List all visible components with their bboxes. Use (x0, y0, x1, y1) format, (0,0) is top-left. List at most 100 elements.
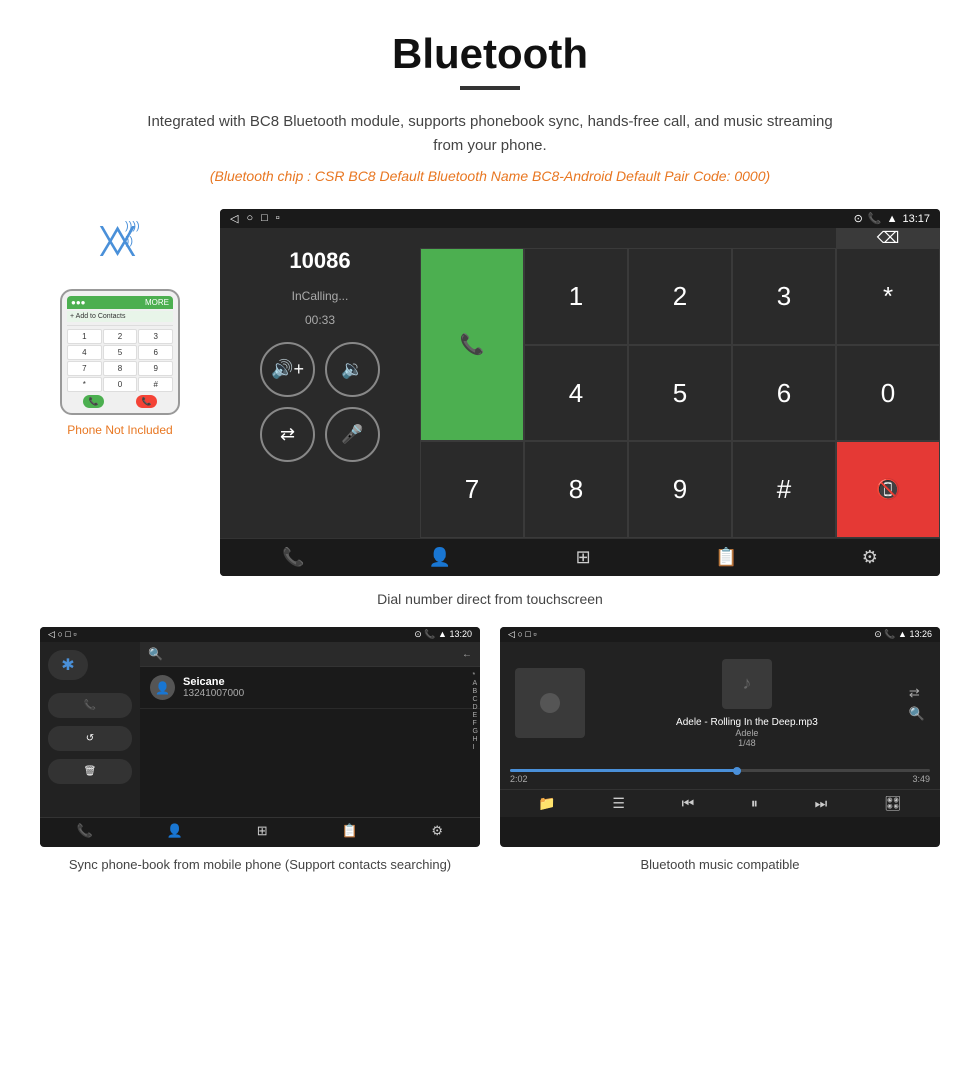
dialer-controls-row-1: 🔊+ 🔉 (260, 342, 380, 397)
music-second-art: ♪ (722, 659, 772, 709)
phone-dialpad: 123 456 789 *0# (67, 329, 173, 392)
pb-back-arrow: ← (462, 649, 472, 660)
pb-call-icon: 📞 (424, 629, 435, 639)
pb-nav-settings[interactable]: ⚙ (431, 823, 443, 839)
svg-text:⯵: ⯵ (98, 221, 137, 262)
transfer-btn[interactable]: ⇄ (260, 407, 315, 462)
music-progress-dot (733, 767, 741, 775)
next-track-icon[interactable]: ⏭ (815, 795, 828, 812)
page-container: Bluetooth Integrated with BC8 Bluetooth … (0, 0, 980, 920)
mute-btn[interactable]: 🎤 (325, 407, 380, 462)
alpha-d: D (473, 704, 478, 711)
key-hash[interactable]: # (732, 441, 836, 538)
folder-icon[interactable]: 📁 (538, 795, 555, 812)
pb-contact-info: Seicane 13241007000 (183, 676, 244, 699)
num-input-bar (420, 228, 836, 248)
key-2[interactable]: 2 (628, 248, 732, 345)
pb-phone-btn[interactable]: 📞 (48, 693, 132, 718)
music-statusbar-right: ⊙ 📞 ▲ 13:26 (874, 629, 932, 640)
nav-grid-icon[interactable]: ⊞ (576, 547, 591, 568)
volume-down-btn[interactable]: 🔉 (325, 342, 380, 397)
alpha-b: B (473, 688, 478, 695)
music-back-icon: ◁ (508, 629, 515, 639)
back-icon: ◁ (230, 212, 238, 225)
key-9[interactable]: 9 (628, 441, 732, 538)
pb-contact-item[interactable]: 👤 Seicane 13241007000 (140, 667, 480, 709)
phonebook-content: ✱ 📞 ↺ 🗑 🔍 ← 👤 (40, 642, 480, 817)
music-wifi-icon: ▲ (898, 629, 907, 639)
key-1[interactable]: 1 (524, 248, 628, 345)
music-controls: 📁 ☰ ⏮ ⏸ ⏭ 🎛 (500, 789, 940, 817)
music-progress-area: 2:02 3:49 (500, 764, 940, 789)
key-4[interactable]: 4 (524, 345, 628, 442)
phone-widget: )))) ))) ⯵ ●●●MORE + Add to Contacts 123… (40, 209, 200, 437)
alpha-i: I (473, 744, 478, 751)
alpha-f: F (473, 720, 478, 727)
key-5[interactable]: 5 (628, 345, 732, 442)
end-call-btn[interactable]: 📵 (836, 441, 940, 538)
music-statusbar-left: ◁ ○ □ ▫ (508, 629, 537, 640)
key-3[interactable]: 3 (732, 248, 836, 345)
phone-not-included-label: Phone Not Included (67, 423, 172, 437)
alpha-star: * (473, 672, 478, 679)
music-artist: Adele (735, 728, 758, 738)
main-section: )))) ))) ⯵ ●●●MORE + Add to Contacts 123… (40, 209, 940, 576)
key-star[interactable]: * (836, 248, 940, 345)
nav-transfer-icon[interactable]: 📋 (715, 547, 737, 568)
music-statusbar: ◁ ○ □ ▫ ⊙ 📞 ▲ 13:26 (500, 627, 940, 642)
phone-contact-row: + Add to Contacts (67, 311, 173, 322)
dial-number: 10086 (289, 248, 350, 274)
pb-delete-btn[interactable]: 🗑 (48, 759, 132, 784)
key-0[interactable]: 0 (836, 345, 940, 442)
call-icon: 📞 (868, 212, 882, 225)
music-progress-fill (510, 769, 741, 772)
delete-btn[interactable]: ⌫ (836, 228, 940, 248)
play-pause-icon[interactable]: ⏸ (751, 795, 758, 812)
nav-settings-icon[interactable]: ⚙ (862, 547, 878, 568)
title-underline (460, 86, 520, 90)
nav-contact-icon[interactable]: 👤 (429, 547, 451, 568)
playlist-icon[interactable]: ☰ (612, 795, 625, 812)
music-time-total: 3:49 (912, 774, 930, 784)
search-music-icon[interactable]: 🔍 (909, 706, 925, 722)
pb-search-bar[interactable]: 🔍 ← (140, 642, 480, 667)
bottom-screenshots: ◁ ○ □ ▫ ⊙ 📞 ▲ 13:20 ✱ (40, 627, 940, 875)
phonebook-screenshot: ◁ ○ □ ▫ ⊙ 📞 ▲ 13:20 ✱ (40, 627, 480, 875)
call-btn[interactable]: 📞 (420, 248, 524, 441)
pb-nav-bar: 📞 👤 ⊞ 📋 ⚙ (40, 817, 480, 844)
dialer-content: 10086 InCalling... 00:33 🔊+ 🔉 ⇄ 🎤 ⌫ (220, 228, 940, 538)
key-7[interactable]: 7 (420, 441, 524, 538)
key-6[interactable]: 6 (732, 345, 836, 442)
prev-track-icon[interactable]: ⏮ (682, 795, 695, 812)
key-8[interactable]: 8 (524, 441, 628, 538)
music-screenshot-icon: ▫ (533, 629, 536, 639)
dialer-caption: Dial number direct from touchscreen (40, 591, 940, 607)
call-timer: 00:33 (305, 313, 335, 327)
alpha-a: A (473, 680, 478, 687)
alpha-g: G (473, 728, 478, 735)
wifi-icon: ▲ (887, 213, 898, 225)
pb-nav-transfer[interactable]: 📋 (341, 823, 357, 839)
shuffle-icon[interactable]: ⇄ (909, 685, 925, 701)
pb-nav-contact[interactable]: 👤 (167, 823, 183, 839)
in-calling-label: InCalling... (292, 289, 349, 303)
volume-up-btn[interactable]: 🔊+ (260, 342, 315, 397)
album-circle (540, 693, 560, 713)
eq-icon[interactable]: 🎛 (884, 795, 902, 812)
pb-statusbar-left: ◁ ○ □ ▫ (48, 629, 77, 640)
music-time: 13:26 (909, 629, 932, 639)
music-right: ♪ Adele - Rolling In the Deep.mp3 Adele … (595, 659, 899, 748)
pb-contact-avatar: 👤 (150, 675, 175, 700)
nav-phone-icon[interactable]: 📞 (282, 547, 304, 568)
pb-nav-grid[interactable]: ⊞ (257, 823, 268, 839)
phone-bottom-row: 📞 📞 (67, 395, 173, 408)
pb-contact-name: Seicane (183, 676, 244, 688)
pb-sync-btn[interactable]: ↺ (48, 726, 132, 751)
music-time-current: 2:02 (510, 774, 528, 784)
music-album-art: ♪ (515, 668, 585, 738)
home-icon: ○ (246, 212, 253, 225)
music-progress-bar[interactable] (510, 769, 930, 772)
alpha-h: H (473, 736, 478, 743)
pb-nav-phone[interactable]: 📞 (77, 823, 93, 839)
music-caption: Bluetooth music compatible (500, 855, 940, 875)
